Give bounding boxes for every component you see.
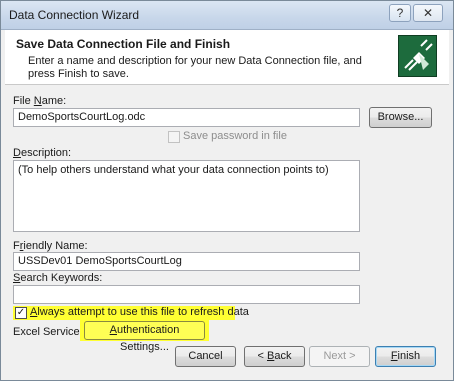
finish-button[interactable]: Finish (375, 346, 436, 367)
page-description: Enter a name and description for your ne… (28, 55, 362, 80)
wizard-dialog: Data Connection Wizard ? ✕ Save Data Con… (0, 0, 454, 381)
search-keywords-input[interactable] (13, 285, 360, 304)
page-title: Save Data Connection File and Finish (16, 37, 231, 51)
cancel-button[interactable]: Cancel (175, 346, 236, 367)
description-textarea[interactable]: (To help others understand what your dat… (13, 160, 360, 232)
search-keywords-label: Search Keywords: (13, 272, 103, 284)
next-button[interactable]: Next > (309, 346, 370, 367)
friendly-name-input[interactable]: USSDev01 DemoSportsCourtLog (13, 252, 360, 271)
refresh-checkbox[interactable]: ✓ (15, 307, 27, 319)
save-password-label: Save password in file (183, 130, 287, 142)
browse-button[interactable]: Browse... (369, 107, 432, 128)
wizard-header: Save Data Connection File and Finish Ent… (5, 30, 449, 85)
title-bar[interactable]: Data Connection Wizard ? ✕ (1, 1, 453, 30)
file-name-label: File Name: (13, 95, 67, 107)
back-button[interactable]: < Back (244, 346, 305, 367)
description-label: Description: (13, 147, 72, 159)
data-connection-wizard-icon (398, 35, 437, 77)
close-button[interactable]: ✕ (413, 4, 443, 22)
window-title: Data Connection Wizard (9, 8, 140, 22)
checkmark-icon: ✓ (16, 307, 26, 318)
authentication-settings-button[interactable]: Authentication Settings... (84, 321, 205, 353)
file-name-input[interactable]: DemoSportsCourtLog.odc (13, 108, 360, 127)
help-button[interactable]: ? (389, 4, 411, 22)
excel-services-label: Excel Services: (13, 326, 89, 338)
close-icon: ✕ (422, 6, 434, 20)
save-password-checkbox[interactable] (168, 131, 180, 143)
refresh-option-label: Always attempt to use this file to refre… (30, 306, 249, 318)
friendly-name-label: Friendly Name: (13, 240, 88, 252)
help-icon: ? (396, 6, 404, 20)
